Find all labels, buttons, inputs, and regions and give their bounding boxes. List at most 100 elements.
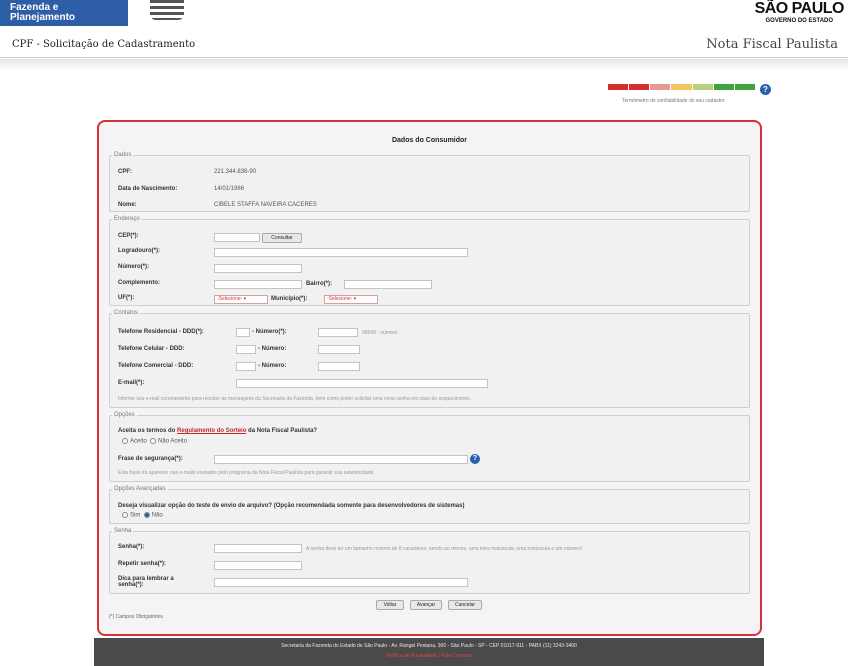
numero-comercial-input[interactable] (318, 362, 360, 371)
meter-segment-4 (671, 84, 692, 90)
brand-logo[interactable]: Fazenda e Planejamento (0, 0, 128, 26)
sp-logo-subtitle: GOVERNO DO ESTADO (765, 18, 834, 24)
frase-hint: Esta frase irá aparecer nas e-mails envi… (118, 470, 375, 476)
meter-segment-7 (734, 84, 755, 90)
sp-logo-title: SÃO PAULO (754, 0, 845, 17)
fieldset-avancadas: Opções Avançadas Deseja visualizar opção… (109, 486, 750, 524)
consultar-button[interactable]: Consultar (262, 233, 302, 243)
numero-residencial-input[interactable] (318, 328, 358, 337)
avancar-button[interactable]: Avançar (410, 600, 442, 610)
regulamento-radio-group: Aceito Não Aceito (122, 438, 187, 445)
footer-address: Secretaria da Fazenda do Estado de São P… (281, 643, 577, 649)
uf-select[interactable]: -Selecione- ▾ (214, 295, 268, 304)
frase-label: Frase de segurança(*): (118, 456, 183, 462)
senha-hint: A senha deve ter um tamanho mínimo de 8 … (306, 546, 583, 552)
meter-caption: Termômetro de confiabilidade do seu cada… (622, 98, 725, 104)
senha-label: Senha(*): (118, 544, 145, 550)
meter-segment-1 (608, 84, 629, 90)
fieldset-contatos: Contatos Telefone Residencial - DDD(*): … (109, 310, 750, 408)
frase-help-icon[interactable]: ? (470, 454, 480, 464)
numero-input[interactable] (214, 264, 302, 273)
cpf-value: 221.344.838-90 (214, 169, 257, 175)
radio-nao[interactable] (143, 512, 150, 518)
regulamento-question: Aceita os termos do Regulamento do Sorte… (118, 428, 317, 434)
numero-residencial-label: - Número(*): (252, 329, 287, 335)
ddd-comercial-input[interactable] (236, 362, 256, 371)
radio-aceito[interactable] (122, 438, 128, 444)
cancelar-button[interactable]: Cancelar (448, 600, 482, 610)
complemento-input[interactable] (214, 280, 302, 289)
meter-segment-6 (713, 84, 734, 90)
radio-nao-label: Não (151, 512, 163, 519)
radio-nao-aceito[interactable] (150, 438, 157, 444)
reliability-meter (608, 84, 756, 90)
sao-paulo-logo[interactable]: SÃO PAULO GOVERNO DO ESTADO (754, 0, 845, 25)
logradouro-input[interactable] (214, 248, 468, 257)
legend-endereco: Endereço (114, 216, 140, 222)
bairro-input[interactable] (344, 280, 432, 289)
legend-opcoes: Opções (114, 412, 135, 418)
telefone-residencial-label: Telefone Residencial - DDD(*): (118, 329, 204, 335)
dica-label-line2: senha(*): (118, 582, 144, 588)
ddd-celular-input[interactable] (236, 345, 256, 354)
meter-segment-3 (650, 84, 671, 90)
regulamento-suffix: da Nota Fiscal Paulista? (248, 428, 318, 434)
form-title: Dados do Consumidor (391, 137, 468, 144)
state-flag-icon (150, 0, 184, 20)
radio-sim-label: Sim (130, 512, 141, 519)
consumer-form-card: Dados do Consumidor Dados CPF: 221.344.8… (97, 120, 762, 636)
page-title: CPF - Solicitação de Cadastramento (12, 39, 196, 50)
telefone-celular-label: Telefone Celular - DDD: (118, 346, 185, 352)
cep-input[interactable] (214, 233, 260, 242)
email-label: E-mail(*): (118, 380, 145, 386)
numero-label: Número(*): (118, 264, 149, 270)
footer-links[interactable]: Política de Privacidade | Fale Conosco (94, 653, 764, 659)
regulamento-prefix: Aceita os termos do (118, 428, 176, 434)
voltar-button[interactable]: Voltar (376, 600, 404, 610)
dica-label: Dica para lembrar a senha(*): (118, 576, 174, 588)
complemento-label: Complemento: (118, 280, 160, 286)
name-value: CIBELE STAFFA NAVEIRA CACERES (214, 202, 317, 208)
fieldset-senha: Senha Senha(*): A senha deve ter um tama… (109, 528, 750, 594)
repetir-senha-label: Repetir senha(*): (118, 561, 167, 567)
cpf-label: CPF: (118, 169, 132, 175)
radio-sim[interactable] (122, 512, 128, 518)
email-hint: Informe seu e-mail corretamente para rec… (118, 396, 471, 402)
radio-nao-aceito-label: Não Aceito (158, 438, 188, 445)
ddd-residencial-input[interactable] (236, 328, 250, 337)
frase-input[interactable] (214, 455, 468, 464)
brand-line2: Planejamento (10, 12, 76, 23)
name-label: Nome: (118, 202, 137, 208)
top-banner: Fazenda e Planejamento SÃO PAULO GOVERNO… (0, 0, 848, 30)
meter-segment-5 (692, 84, 713, 90)
avancadas-radio-group: Sim Não (122, 512, 163, 519)
meter-help-icon[interactable]: ? (760, 84, 771, 95)
avancadas-question: Deseja visualizar opção do teste de envi… (118, 503, 465, 509)
logradouro-label: Logradouro(*): (118, 248, 160, 254)
cep-label: CEP(*): (118, 233, 139, 239)
birthdate-label: Data de Nascimento: (118, 186, 178, 192)
header-shadow (0, 59, 848, 71)
birthdate-value: 14/01/1986 (214, 186, 245, 192)
uf-selected: -Selecione- (217, 296, 243, 302)
municipio-label: Município(*): (271, 296, 308, 302)
legend-senha: Senha (114, 528, 132, 534)
fieldset-dados: Dados CPF: 221.344.838-90 Data de Nascim… (109, 152, 750, 212)
legend-dados: Dados (114, 152, 132, 158)
senha-input[interactable] (214, 544, 302, 553)
fieldset-opcoes: Opções Aceita os termos do Regulamento d… (109, 412, 750, 482)
email-input[interactable] (236, 379, 488, 388)
numero-celular-label: - Número: (258, 346, 287, 352)
dica-input[interactable] (214, 578, 468, 587)
title-bar: CPF - Solicitação de Cadastramento Nota … (0, 32, 848, 58)
radio-aceito-label: Aceito (130, 438, 147, 445)
municipio-select[interactable]: -Selecione- ▾ (324, 295, 378, 304)
regulamento-link[interactable]: Regulamento do Sorteio (177, 428, 246, 434)
legend-contatos: Contatos (114, 310, 139, 316)
fieldset-endereco: Endereço CEP(*): Consultar Logradouro(*)… (109, 216, 750, 306)
repetir-senha-input[interactable] (214, 561, 302, 570)
required-note: (*) Campos Obrigatórios (109, 614, 163, 620)
bairro-label: Bairro(*): (306, 281, 333, 287)
uf-label: UF(*): (118, 295, 135, 301)
numero-celular-input[interactable] (318, 345, 360, 354)
